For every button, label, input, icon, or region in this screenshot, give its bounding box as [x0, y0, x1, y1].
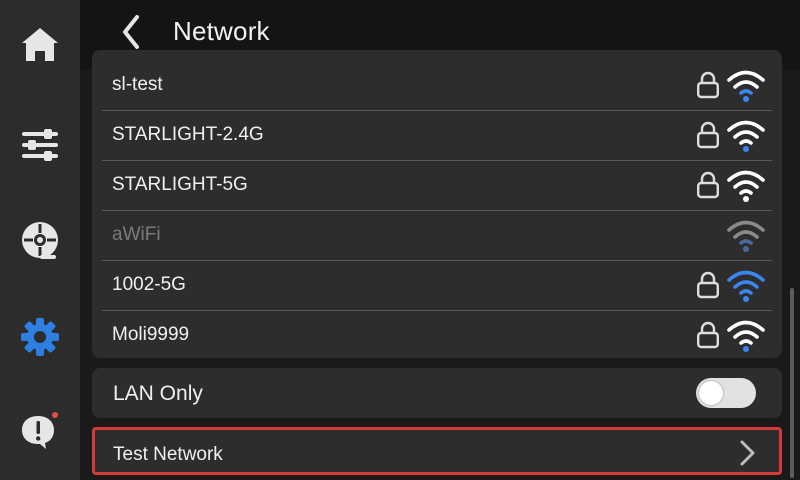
sidebar-item-filament[interactable] [15, 215, 65, 265]
wifi-ssid: STARLIGHT-5G [112, 174, 248, 195]
lock-icon [697, 171, 720, 199]
notification-badge [52, 412, 58, 418]
wifi-ssid: aWiFi [112, 224, 161, 245]
lan-only-row: LAN Only [92, 368, 782, 418]
sidebar-item-notifications[interactable] [15, 405, 65, 455]
wifi-signal-icon [727, 170, 765, 202]
sliders-icon [22, 129, 58, 161]
sidebar-item-home[interactable] [15, 20, 65, 70]
wifi-row-awifi[interactable]: aWiFi [102, 210, 772, 261]
page-title: Network [173, 16, 270, 46]
lock-icon [697, 271, 720, 299]
toggle-knob [699, 381, 723, 405]
wifi-signal-icon [727, 120, 765, 152]
wifi-signal-icon [727, 220, 765, 252]
wifi-ssid: Moli9999 [112, 324, 190, 345]
lan-only-toggle[interactable] [696, 378, 756, 408]
test-network-label: Test Network [113, 444, 223, 465]
alert-bubble-icon [22, 412, 58, 449]
chevron-left-icon [123, 15, 139, 49]
wifi-ssid: 1002-5G [112, 274, 186, 295]
scrollbar[interactable] [790, 288, 794, 478]
chevron-right-icon [740, 440, 755, 466]
sidebar [0, 0, 80, 480]
wifi-row-1002-5g[interactable]: 1002-5G [102, 260, 772, 311]
wifi-row-sl-test[interactable]: sl-test [102, 60, 772, 111]
wifi-ssid: STARLIGHT-2.4G [112, 124, 264, 145]
wifi-signal-icon [727, 70, 765, 102]
wifi-signal-icon [727, 270, 765, 302]
wifi-row-starlight-24g[interactable]: STARLIGHT-2.4G [102, 110, 772, 161]
lan-only-label: LAN Only [113, 382, 203, 405]
lock-icon [697, 121, 720, 149]
sidebar-item-controls[interactable] [15, 120, 65, 170]
spool-icon [22, 222, 58, 259]
test-network-button[interactable]: Test Network [92, 427, 782, 475]
home-icon [22, 28, 58, 61]
wifi-list[interactable]: sl-test STARLIGHT-2.4G STARLIGHT-5G aWiF… [92, 50, 782, 358]
sidebar-item-settings[interactable] [15, 312, 65, 362]
wifi-row-moli9999[interactable]: Moli9999 [102, 310, 772, 358]
back-button[interactable] [110, 10, 154, 54]
lock-icon [697, 71, 720, 99]
gear-icon [21, 318, 59, 356]
wifi-signal-icon [727, 320, 765, 352]
wifi-ssid: sl-test [112, 74, 163, 95]
lock-icon [697, 321, 720, 349]
wifi-row-starlight-5g[interactable]: STARLIGHT-5G [102, 160, 772, 211]
